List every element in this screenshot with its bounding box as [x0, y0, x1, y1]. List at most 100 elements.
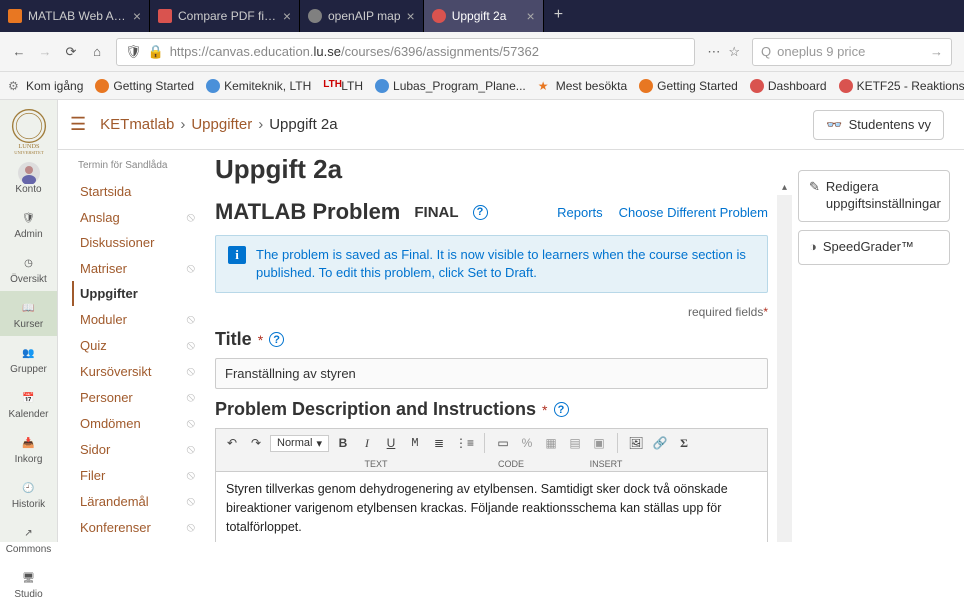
home-button[interactable]: ⌂: [84, 39, 110, 65]
number-list-button[interactable]: ⋮≡: [453, 433, 476, 453]
url-prefix: https://canvas.education.: [170, 44, 314, 59]
percent-button[interactable]: %: [517, 433, 537, 453]
course-nav-item[interactable]: Matriser⦸: [72, 255, 201, 281]
go-icon[interactable]: →: [930, 44, 943, 59]
bookmark-item[interactable]: ★Mest besökta: [538, 79, 627, 93]
nav-commons[interactable]: ↗Commons: [0, 516, 57, 561]
bookmark-item[interactable]: Lubas_Program_Plane...: [375, 79, 526, 93]
bullet-list-button[interactable]: ≣: [429, 433, 449, 453]
output-button[interactable]: ▤: [565, 433, 585, 453]
reports-link[interactable]: Reports: [557, 205, 603, 220]
breadcrumb-course[interactable]: KETmatlab: [100, 116, 174, 133]
info-banner: i The problem is saved as Final. It is n…: [215, 235, 768, 293]
nav-calendar[interactable]: 📅Kalender: [0, 381, 57, 426]
rich-text-editor[interactable]: Styren tillverkas genom dehydrogenering …: [215, 471, 768, 542]
browser-tab[interactable]: openAIP map ×: [300, 0, 424, 32]
close-icon[interactable]: ×: [527, 8, 535, 24]
bookmark-item[interactable]: Kemiteknik, LTH: [206, 79, 311, 93]
course-nav-item[interactable]: Startsida: [72, 179, 201, 204]
hidden-icon: ⦸: [187, 311, 195, 327]
new-tab-button[interactable]: +: [544, 0, 573, 32]
bookmark-item[interactable]: Dashboard: [750, 79, 827, 93]
bookmark-item[interactable]: Getting Started: [639, 79, 738, 93]
course-nav-item[interactable]: Uppgifter: [72, 281, 201, 306]
browser-tab[interactable]: MATLAB Web Apps ×: [0, 0, 150, 32]
choose-problem-link[interactable]: Choose Different Problem: [619, 205, 768, 220]
avatar-icon: [18, 162, 40, 184]
browser-tab-active[interactable]: Uppgift 2a ×: [424, 0, 544, 32]
section-text: TEXT: [296, 457, 456, 471]
back-button[interactable]: ←: [6, 39, 32, 65]
svg-text:UNIVERSITET: UNIVERSITET: [14, 150, 44, 155]
breadcrumb-section[interactable]: Uppgifter: [191, 116, 252, 133]
help-icon[interactable]: ?: [473, 205, 488, 220]
speedgrader-button[interactable]: ◑ SpeedGrader™: [798, 230, 950, 265]
scroll-track[interactable]: [777, 195, 792, 542]
bookmark-item[interactable]: ⚙Kom igång: [8, 79, 83, 93]
course-nav-item[interactable]: Kursöversikt⦸: [72, 358, 201, 384]
nav-history[interactable]: 🕘Historik: [0, 471, 57, 516]
star-icon[interactable]: ☆: [728, 44, 740, 60]
course-nav-item[interactable]: Omdömen⦸: [72, 410, 201, 436]
course-nav-item[interactable]: Anslag⦸: [72, 204, 201, 230]
page-title: Uppgift 2a: [215, 154, 786, 185]
example-button[interactable]: ▦: [541, 433, 561, 453]
help-icon[interactable]: ?: [554, 402, 569, 417]
forward-button[interactable]: →: [32, 39, 58, 65]
bookmark-item[interactable]: KETF25 - Reaktionstek...: [839, 79, 964, 93]
lth-icon: LTH: [323, 79, 337, 93]
redo-button[interactable]: ↷: [246, 433, 266, 453]
nav-dashboard[interactable]: ◷Översikt: [0, 246, 57, 291]
course-nav-item[interactable]: Sidor⦸: [72, 436, 201, 462]
monospace-button[interactable]: M: [405, 433, 425, 453]
link-button[interactable]: 🔗: [650, 433, 670, 453]
course-nav-item[interactable]: Moduler⦸: [72, 306, 201, 332]
course-nav-item[interactable]: Filer⦸: [72, 462, 201, 488]
nav-account[interactable]: Konto: [0, 156, 57, 201]
nav-admin[interactable]: 🛡Admin: [0, 201, 57, 246]
underline-button[interactable]: U: [381, 433, 401, 453]
edit-settings-button[interactable]: ✎ Redigera uppgiftsinställningar: [798, 170, 950, 222]
dots-icon[interactable]: ⋯: [707, 44, 720, 60]
course-nav-item[interactable]: Personer⦸: [72, 384, 201, 410]
title-field-label: Title* ?: [215, 329, 768, 350]
image-button[interactable]: 🖼: [626, 433, 646, 453]
bookmark-item[interactable]: Getting Started: [95, 79, 194, 93]
scroll-up-icon[interactable]: ▴: [780, 180, 789, 195]
title-input[interactable]: [215, 358, 768, 389]
course-nav-item[interactable]: Konferenser⦸: [72, 514, 201, 540]
student-view-button[interactable]: 👓 Studentens vy: [813, 110, 944, 140]
hidden-icon: ⦸: [187, 441, 195, 457]
code-button[interactable]: ▭: [493, 433, 513, 453]
group-button[interactable]: ▣: [589, 433, 609, 453]
university-logo[interactable]: LUNDSUNIVERSITET: [5, 106, 53, 156]
term-label: Termin för Sandlåda: [72, 158, 201, 179]
close-icon[interactable]: ×: [133, 8, 141, 24]
nav-courses[interactable]: 📖Kurser: [0, 291, 57, 336]
course-nav-item[interactable]: Lärandemål⦸: [72, 488, 201, 514]
chevron-down-icon: ▾: [316, 437, 322, 450]
help-icon[interactable]: ?: [269, 332, 284, 347]
scrollbar[interactable]: ▴: [777, 180, 792, 542]
url-bar[interactable]: 🛡 🔒 https://canvas.education.lu.se/cours…: [116, 38, 695, 66]
close-icon[interactable]: ×: [407, 8, 415, 24]
canvas-icon: [432, 9, 446, 23]
section-code: CODE: [456, 457, 566, 471]
bold-button[interactable]: B: [333, 433, 353, 453]
course-nav-item[interactable]: Quiz⦸: [72, 332, 201, 358]
nav-groups[interactable]: 👥Grupper: [0, 336, 57, 381]
bookmark-item[interactable]: LTHLTH: [323, 79, 363, 93]
undo-button[interactable]: ↶: [222, 433, 242, 453]
browser-nav-bar: ← → ⟳ ⌂ 🛡 🔒 https://canvas.education.lu.…: [0, 32, 964, 72]
search-bar[interactable]: Q oneplus 9 price →: [752, 38, 952, 66]
browser-tab[interactable]: Compare PDF files - 100% Free ×: [150, 0, 300, 32]
close-icon[interactable]: ×: [283, 8, 291, 24]
reload-button[interactable]: ⟳: [58, 39, 84, 65]
nav-studio[interactable]: 🖥Studio: [0, 561, 57, 606]
equation-button[interactable]: Σ: [674, 433, 694, 453]
nav-inbox[interactable]: 📥Inkorg: [0, 426, 57, 471]
course-nav-item[interactable]: Diskussioner: [72, 230, 201, 255]
italic-button[interactable]: I: [357, 433, 377, 453]
format-dropdown[interactable]: Normal ▾: [270, 435, 329, 452]
menu-toggle-button[interactable]: ☰: [70, 114, 86, 135]
